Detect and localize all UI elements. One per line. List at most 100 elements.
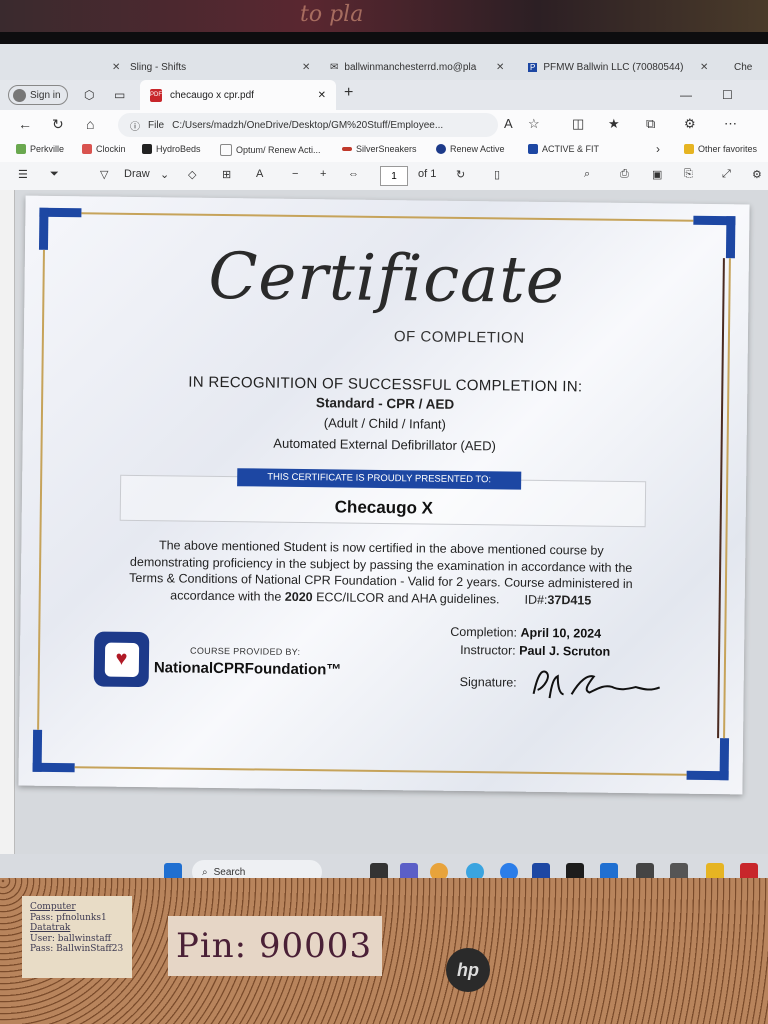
certificate-body: The above mentioned Student is now certi… (81, 536, 682, 609)
favorite-silversneakers[interactable]: SilverSneakers (342, 144, 417, 154)
page-icon (220, 144, 232, 156)
favorite-perkville[interactable]: Perkville (16, 144, 64, 154)
filter-icon[interactable]: ⏷ (50, 168, 59, 181)
sign-in-button[interactable]: Sign in (8, 85, 68, 105)
tab-che[interactable]: Che (734, 56, 752, 78)
folder-icon (684, 144, 694, 154)
title-row: Sign in ⬡ ▭ PDF checaugo x cpr.pdf ✕ + —… (0, 80, 768, 110)
certificate-page: Certificate OF COMPLETION IN RECOGNITION… (18, 195, 750, 795)
favorite-label: Other favorites (698, 144, 758, 154)
maximize-icon[interactable]: ☐ (722, 88, 733, 102)
favorite-label: SilverSneakers (356, 144, 417, 154)
instructor-name: Paul J. Scruton (519, 643, 611, 659)
completion-date: April 10, 2024 (520, 625, 602, 641)
draw-icon[interactable]: ▽ (100, 168, 108, 181)
save-icon[interactable]: ▣ (652, 168, 662, 181)
favorites-bar: Perkville Clockin HydroBeds Optum/ Renew… (0, 140, 768, 163)
favorite-label: Optum/ Renew Acti... (236, 145, 321, 155)
settings-gear-icon[interactable]: ⚙ (752, 168, 762, 181)
signature-image (532, 670, 661, 699)
rotate-icon[interactable]: ↻ (456, 168, 465, 181)
certificate-title: Certificate (208, 239, 566, 319)
completion-row: Completion: April 10, 2024 (450, 625, 601, 641)
collections-icon[interactable]: ⧉ (646, 116, 655, 132)
split-screen-icon[interactable]: ◫ (572, 116, 584, 132)
left-app-strip (0, 190, 15, 854)
perkville-icon (16, 144, 26, 154)
favorite-star-icon[interactable]: ☆ (528, 116, 540, 132)
active-fit-icon (528, 144, 538, 154)
avatar (13, 88, 26, 102)
course-ages: (Adult / Child / Infant) (323, 415, 447, 432)
mail-icon: ✉ (330, 61, 339, 73)
page-number-input[interactable]: 1 (380, 166, 408, 186)
zoom-in-icon[interactable]: + (320, 168, 326, 180)
read-aloud-icon[interactable]: A (504, 116, 513, 131)
refresh-icon[interactable]: ↻ (52, 116, 64, 133)
close-icon[interactable]: ✕ (302, 62, 310, 73)
heart-cross-icon: ♥ (104, 642, 139, 677)
tab-label: PFMW Ballwin LLC (70080544) (543, 61, 684, 73)
tab-actions-icon[interactable]: ▭ (114, 88, 125, 102)
favorite-renew-active[interactable]: Renew Active (436, 144, 505, 154)
contents-icon[interactable]: ☰ (18, 168, 28, 181)
sticky-line: Datatrak (30, 923, 71, 933)
favorite-clockin[interactable]: Clockin (82, 144, 126, 154)
favorite-optum[interactable]: Optum/ Renew Acti... (220, 144, 321, 156)
tab-label: ballwinmanchesterrd.mo@pla (344, 61, 477, 73)
clockin-icon (82, 144, 92, 154)
sticky-note: Computer Pass: pfnolunks1 Datatrak User:… (22, 896, 132, 978)
page-view-icon[interactable]: ▯ (494, 168, 500, 181)
read-aloud-icon[interactable]: A (256, 168, 263, 180)
sticky-line: Pass: BallwinStaff23 (30, 944, 124, 954)
extensions-icon[interactable]: ⚙ (684, 116, 696, 132)
wall-sign-text: to pla (300, 2, 364, 27)
favorite-active-fit[interactable]: ACTIVE & FIT (528, 144, 599, 154)
text-icon[interactable]: ⊞ (222, 168, 231, 181)
silversneakers-icon (342, 147, 352, 151)
close-icon[interactable]: ✕ (318, 90, 326, 101)
fullscreen-icon[interactable]: ⤢ (722, 168, 731, 181)
course-device: Automated External Defibrillator (AED) (273, 435, 496, 454)
home-icon[interactable]: ⌂ (86, 116, 94, 132)
back-icon[interactable]: ← (18, 116, 32, 132)
save-as-icon[interactable]: ⎘ (684, 168, 693, 181)
favorites-icon[interactable]: ★ (608, 116, 620, 132)
favorite-hydrobeds[interactable]: HydroBeds (142, 144, 201, 154)
minimize-icon[interactable]: — (680, 88, 692, 102)
tab-sling[interactable]: Sling - Shifts (130, 56, 186, 78)
draw-label[interactable]: Draw (124, 168, 150, 180)
tab-email[interactable]: ✉ ballwinmanchesterrd.mo@pla (330, 56, 476, 78)
close-icon[interactable]: ✕ (700, 62, 708, 73)
new-tab-icon[interactable]: + (344, 84, 353, 102)
zoom-out-icon[interactable]: − (292, 168, 298, 180)
gold-border (81, 212, 694, 222)
pdf-toolbar: ☰ ⏷ ▽ Draw ⌄ ◇ ⊞ A − + ⇔ 1 of 1 ↻ ▯ ⌕ ⎙ … (0, 162, 768, 191)
favorite-label: Renew Active (450, 144, 505, 154)
id-label: ID#: (524, 592, 548, 607)
erase-icon[interactable]: ◇ (188, 168, 196, 181)
favorite-other[interactable]: Other favorites (684, 144, 757, 154)
address-bar[interactable]: ⓘ File C:/Users/madzh/OneDrive/Desktop/G… (118, 113, 498, 137)
chevron-down-icon[interactable]: ⌄ (160, 168, 169, 181)
pdf-icon: PDF (150, 88, 162, 102)
favorite-label: Perkville (30, 144, 65, 154)
close-icon[interactable]: ✕ (496, 62, 504, 73)
body-text: ECC/ILCOR and AHA guidelines. (312, 589, 500, 606)
fit-page-icon[interactable]: ⇔ (348, 168, 359, 180)
tab-pfmw[interactable]: P PFMW Ballwin LLC (70080544) (528, 56, 683, 78)
tab-label: Sling - Shifts (130, 61, 187, 73)
chevron-right-icon[interactable]: › (656, 142, 660, 156)
workspaces-icon[interactable]: ⬡ (84, 88, 94, 102)
active-tab-title: checaugo x cpr.pdf (170, 89, 254, 101)
favorite-label: ACTIVE & FIT (542, 144, 600, 154)
more-icon[interactable]: ⋯ (724, 116, 737, 132)
sticky-line: Computer (30, 902, 76, 912)
tab-active-pdf[interactable]: PDF checaugo x cpr.pdf ✕ (140, 80, 336, 110)
search-icon: ⌕ (202, 866, 208, 878)
presented-banner: THIS CERTIFICATE IS PROUDLY PRESENTED TO… (237, 468, 522, 490)
sticky-line: User: ballwinstaff (30, 933, 111, 944)
print-icon[interactable]: ⎙ (620, 168, 629, 181)
search-icon[interactable]: ⌕ (584, 168, 590, 181)
close-icon[interactable]: ✕ (112, 62, 120, 73)
